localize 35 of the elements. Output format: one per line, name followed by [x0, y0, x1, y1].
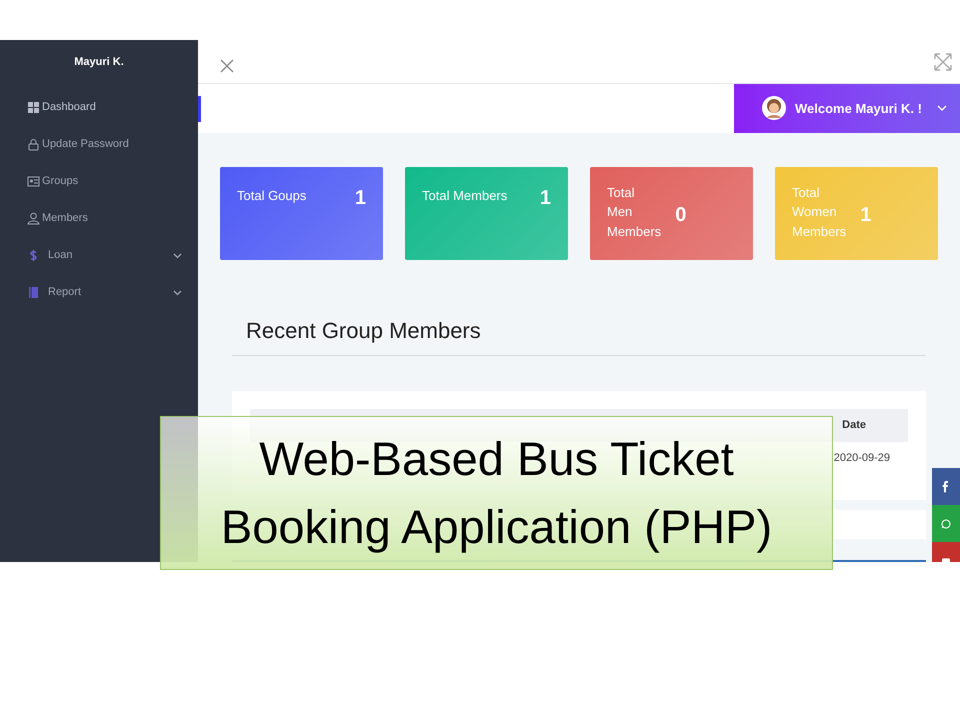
grid-icon [27, 101, 40, 114]
lock-icon [27, 138, 40, 151]
stat-value: 1 [354, 186, 366, 211]
share-button[interactable] [932, 468, 960, 505]
expand-icon[interactable] [933, 52, 953, 72]
banner-title-line: Web-Based Bus Ticket [259, 431, 734, 487]
chevron-down-icon [173, 290, 182, 296]
book-icon [27, 286, 40, 299]
chevron-down-icon [173, 252, 182, 258]
stat-label: Total Members [422, 186, 508, 205]
welcome-menu[interactable]: Welcome Mayuri K. ! [734, 84, 960, 133]
section-title: Recent Group Members [232, 314, 926, 356]
active-indicator [198, 96, 201, 122]
sidebar-item[interactable]: Dashboard [0, 98, 198, 116]
sidebar-item[interactable]: Report [0, 284, 198, 302]
person-icon [27, 212, 40, 225]
avatar-icon [762, 96, 786, 120]
stat-value: 0 [675, 202, 686, 228]
stat-value: 1 [540, 186, 551, 211]
column-header: Date [842, 418, 866, 434]
welcome-text: Welcome Mayuri K. ! [795, 100, 922, 118]
banner-title-line: Booking Application (PHP) [220, 499, 772, 555]
close-icon[interactable] [220, 58, 234, 72]
sidebar-item[interactable]: Loan [0, 246, 198, 264]
table-cell-text: 2020-09-29 [834, 451, 890, 466]
sidebar-item[interactable]: Groups [0, 172, 198, 190]
sidebar-item[interactable]: Update Password [0, 136, 198, 154]
sidebar-item[interactable]: Members [0, 210, 198, 228]
stat-label: Total Women Members [792, 184, 846, 241]
stat-label: Total Goups [237, 186, 308, 205]
chevron-down-icon [936, 105, 947, 112]
stat-label: Total Men Members [607, 184, 662, 241]
id-card-icon [27, 175, 40, 188]
stat-value: 1 [860, 202, 872, 228]
user-name: Mayuri K. [73, 55, 125, 70]
